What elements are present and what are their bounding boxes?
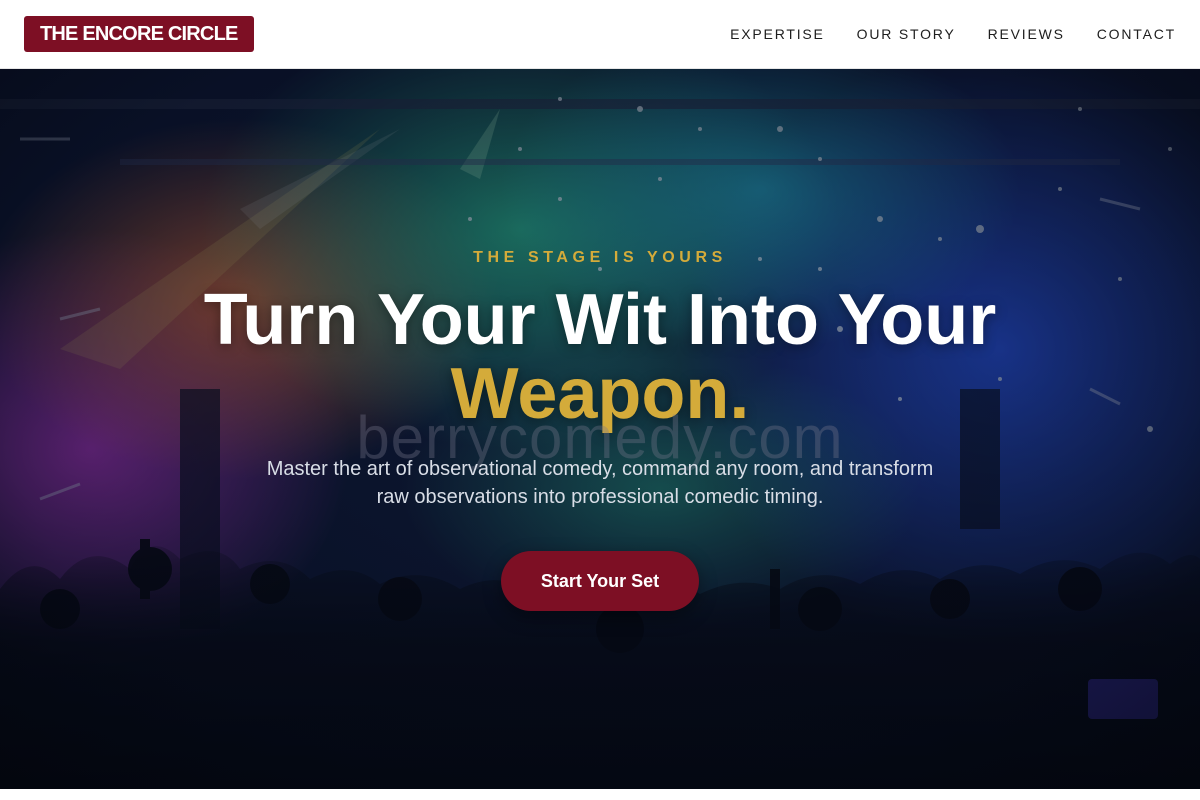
brand-logo[interactable]: THE ENCORE CIRCLE xyxy=(24,16,254,52)
hero-content: THE STAGE IS YOURS Turn Your Wit Into Yo… xyxy=(0,69,1200,789)
hero-eyebrow: THE STAGE IS YOURS xyxy=(473,249,727,266)
nav-link-reviews[interactable]: REVIEWS xyxy=(988,26,1065,42)
start-your-set-button[interactable]: Start Your Set xyxy=(501,551,699,611)
page-bottom-edge xyxy=(0,789,1200,800)
hero-subtitle: Master the art of observational comedy, … xyxy=(266,458,934,508)
main-nav: EXPERTISE OUR STORY REVIEWS CONTACT xyxy=(730,26,1176,42)
nav-link-our-story[interactable]: OUR STORY xyxy=(857,26,956,42)
nav-link-contact[interactable]: CONTACT xyxy=(1097,26,1176,42)
nav-link-expertise[interactable]: EXPERTISE xyxy=(730,26,825,42)
site-header: THE ENCORE CIRCLE EXPERTISE OUR STORY RE… xyxy=(0,0,1200,69)
hero-headline-main: Turn Your Wit Into Your xyxy=(203,280,997,360)
